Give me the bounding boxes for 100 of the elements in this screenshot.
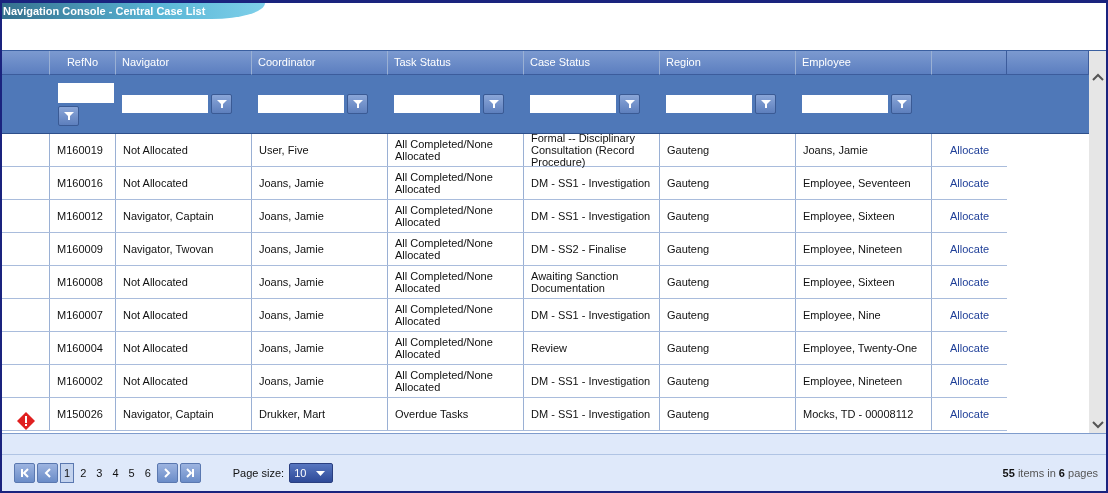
filter-field[interactable] xyxy=(58,82,114,103)
page-link[interactable]: 4 xyxy=(108,463,123,483)
table-cell: M160009 xyxy=(57,243,103,255)
window-title: Navigation Console - Central Case List xyxy=(2,3,266,19)
filter-field[interactable] xyxy=(122,95,208,113)
filter-field[interactable] xyxy=(258,95,344,113)
allocate-link[interactable]: Allocate xyxy=(949,408,990,420)
page-link[interactable]: 3 xyxy=(92,463,107,483)
table-cell: Not Allocated xyxy=(123,375,188,387)
last-page-button[interactable] xyxy=(179,463,201,483)
table-cell: Gauteng xyxy=(667,210,710,222)
scroll-down-icon[interactable] xyxy=(1091,421,1104,429)
table-cell: Navigator, Captain xyxy=(123,210,214,222)
scrollbar[interactable] xyxy=(1089,51,1106,433)
table-cell: Not Allocated xyxy=(123,309,188,321)
first-page-icon xyxy=(19,468,30,478)
table-cell-text: All Completed/None Allocated xyxy=(395,171,494,195)
pager-summary: 55 items in 6 pages xyxy=(1002,467,1098,479)
table-cell: Employee, Sixteen xyxy=(803,276,895,288)
table-cell: Gauteng xyxy=(667,177,710,189)
filter-icon xyxy=(216,99,227,109)
table-cell-text: All Completed/None Allocated xyxy=(395,303,494,327)
table-cell-text: All Completed/None Allocated xyxy=(395,237,494,261)
allocate-link[interactable]: Allocate xyxy=(949,375,990,387)
scroll-up-icon[interactable] xyxy=(1091,73,1104,81)
table-cell: Gauteng xyxy=(667,144,710,156)
next-page-button[interactable] xyxy=(156,463,178,483)
filter-button[interactable] xyxy=(347,94,368,114)
table-cell-text: All Completed/None Allocated xyxy=(395,204,494,228)
table-cell: Drukker, Mart xyxy=(259,408,325,420)
table-cell: M160019 xyxy=(57,144,103,156)
table-cell: M160008 xyxy=(57,276,103,288)
allocate-link[interactable]: Allocate xyxy=(949,177,990,189)
table-cell: Not Allocated xyxy=(123,144,188,156)
table-cell: DM - SS2 - Finalise xyxy=(531,243,627,255)
filter-button[interactable] xyxy=(619,94,640,114)
page-link[interactable]: 6 xyxy=(140,463,155,483)
table-cell: Employee, Nine xyxy=(803,309,881,321)
table-cell: Employee, Twenty-One xyxy=(803,342,918,354)
filter-button[interactable] xyxy=(891,94,912,114)
previous-page-button[interactable] xyxy=(37,463,58,483)
table-cell: Joans, Jamie xyxy=(259,342,324,354)
table-cell: Mocks, TD - 00008112 xyxy=(803,408,914,420)
table-cell: M160002 xyxy=(57,375,103,387)
table-cell: DM - SS1 - Investigation xyxy=(531,408,651,420)
filter-field[interactable] xyxy=(666,95,752,113)
table-cell: Overdue Tasks xyxy=(395,408,469,420)
page-link[interactable]: 2 xyxy=(76,463,91,483)
table-cell: M160004 xyxy=(57,342,103,354)
filter-button[interactable] xyxy=(58,105,79,126)
allocate-link[interactable]: Allocate xyxy=(949,243,990,255)
table-cell: Joans, Jamie xyxy=(259,177,324,189)
caret-icon xyxy=(316,470,326,476)
filter-icon xyxy=(488,99,499,109)
table-cell: Gauteng xyxy=(667,342,710,354)
table-cell: Employee, Nineteen xyxy=(803,243,903,255)
table-cell: DM - SS1 - Investigation xyxy=(531,309,651,321)
table-cell: Gauteng xyxy=(667,408,710,420)
filter-button[interactable] xyxy=(755,94,776,114)
allocate-link[interactable]: Allocate xyxy=(949,144,990,156)
table-cell: Employee, Seventeen xyxy=(803,177,911,189)
first-page-button[interactable] xyxy=(14,463,35,483)
table-cell: Gauteng xyxy=(667,375,710,387)
last-page-icon xyxy=(185,468,196,478)
page-link[interactable]: 1 xyxy=(60,463,75,483)
allocate-link[interactable]: Allocate xyxy=(949,342,990,354)
filter-icon xyxy=(63,110,74,121)
filter-field[interactable] xyxy=(802,95,888,113)
table-cell-text: All Completed/None Allocated xyxy=(395,138,494,162)
allocate-link[interactable]: Allocate xyxy=(949,210,990,222)
filter-icon xyxy=(896,99,907,109)
filter-field[interactable] xyxy=(394,95,480,113)
table-cell: Gauteng xyxy=(667,309,710,321)
table-cell: Not Allocated xyxy=(123,177,188,189)
table-cell: M160012 xyxy=(57,210,103,222)
table-cell: Gauteng xyxy=(667,243,710,255)
allocate-link[interactable]: Allocate xyxy=(949,276,990,288)
table-cell: DM - SS1 - Investigation xyxy=(531,210,651,222)
page-size-dropdown[interactable]: 10 xyxy=(289,463,334,483)
table-cell: Employee, Sixteen xyxy=(803,210,895,222)
table-cell: DM - SS1 - Investigation xyxy=(531,375,651,387)
table-cell: User, Five xyxy=(259,144,309,156)
table-cell-text: All Completed/None Allocated xyxy=(395,270,494,294)
table-cell: DM - SS1 - Investigation xyxy=(531,177,651,189)
table-cell: M160007 xyxy=(57,309,103,321)
table-cell: Gauteng xyxy=(667,276,710,288)
table-cell: Employee, Nineteen xyxy=(803,375,903,387)
filter-field[interactable] xyxy=(530,95,616,113)
filter-button[interactable] xyxy=(211,94,232,114)
table-cell: M160016 xyxy=(57,177,103,189)
table-cell: Review xyxy=(531,342,568,354)
page-link[interactable]: 5 xyxy=(124,463,139,483)
next-icon xyxy=(162,468,173,478)
filter-button[interactable] xyxy=(483,94,504,114)
table-cell: Joans, Jamie xyxy=(259,210,324,222)
filter-icon xyxy=(760,99,771,109)
allocate-link[interactable]: Allocate xyxy=(949,309,990,321)
table-cell: M150026 xyxy=(57,408,103,420)
table-cell-text: Formal -- Disciplinary Consultation (Record Procedure) xyxy=(531,134,636,168)
page-size-label: Page size: xyxy=(232,467,285,479)
